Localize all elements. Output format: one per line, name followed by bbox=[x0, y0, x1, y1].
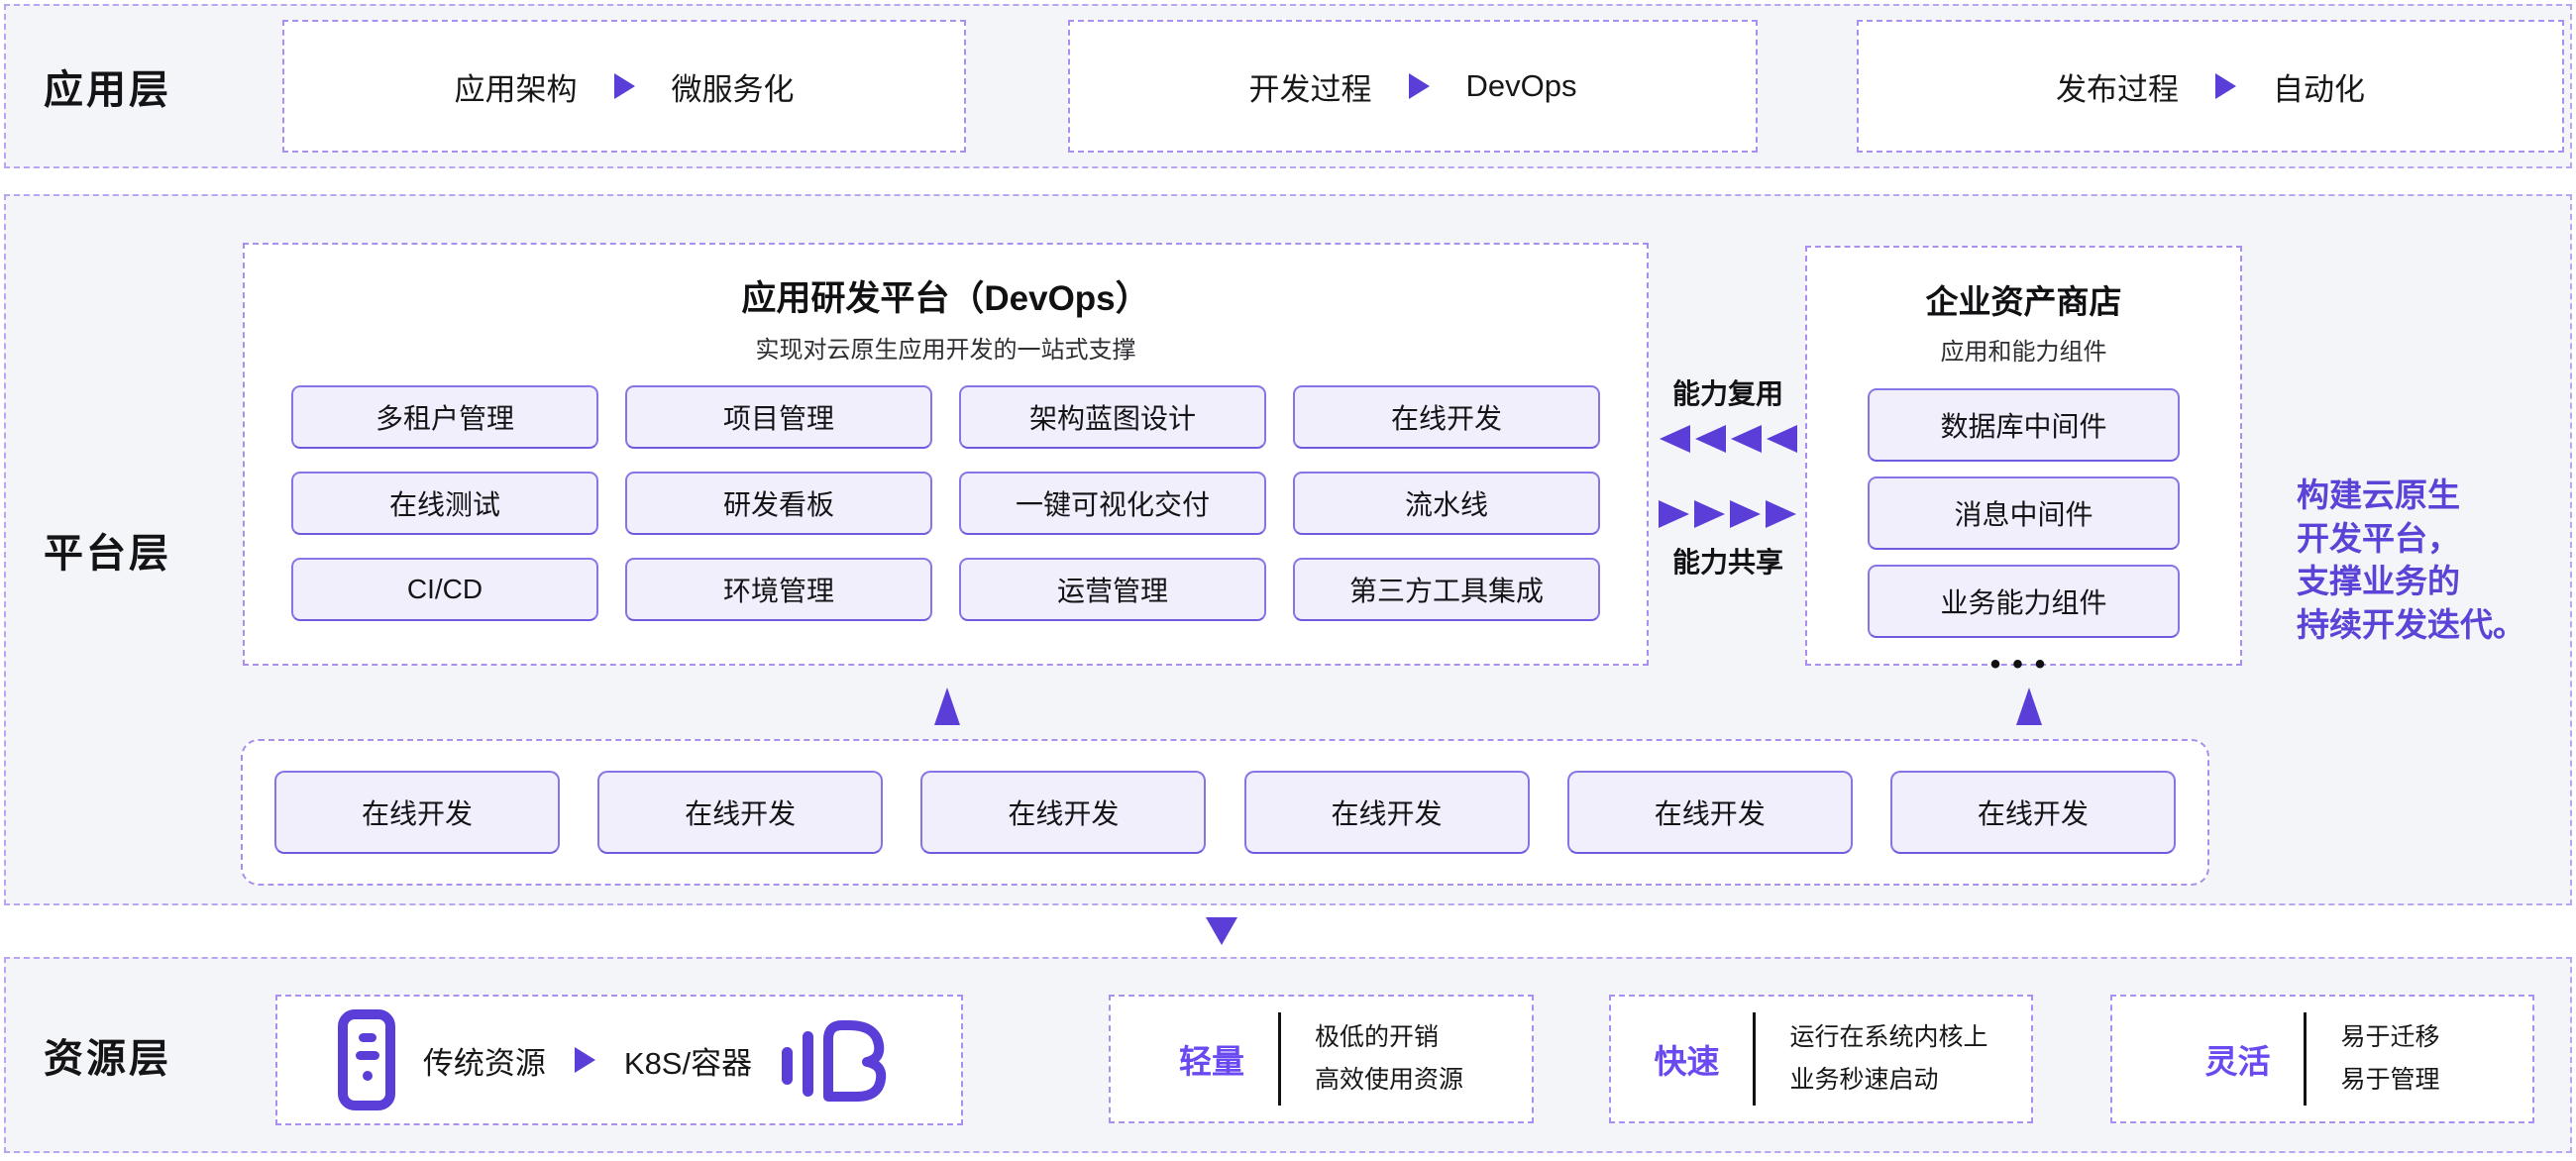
feature-line: 高效使用资源 bbox=[1315, 1059, 1463, 1102]
divider bbox=[1753, 1012, 1756, 1106]
app-item-right-text: 微服务化 bbox=[672, 64, 795, 109]
migration-right-text: K8S/容器 bbox=[624, 1038, 752, 1083]
capability-reuse-label: 能力复用 bbox=[1672, 372, 1783, 412]
up-arrow-icon bbox=[2015, 686, 2043, 726]
app-layer-label: 应用层 bbox=[44, 57, 171, 115]
feature-name: 轻量 bbox=[1179, 1035, 1244, 1083]
capability-cell: 环境管理 bbox=[625, 558, 932, 621]
pipeline-cell: 在线开发 bbox=[1244, 771, 1530, 854]
arrow-right-icon bbox=[613, 72, 636, 100]
arrow-right-icon bbox=[574, 1046, 596, 1074]
app-item-left-text: 应用架构 bbox=[455, 64, 578, 109]
feature-lightweight-box: 轻量 极低的开销 高效使用资源 bbox=[1109, 995, 1534, 1123]
arrow-right-icon bbox=[2214, 72, 2237, 100]
capability-cell: 流水线 bbox=[1293, 472, 1600, 535]
down-arrow-icon bbox=[1205, 916, 1238, 946]
app-architecture-box: 应用架构 微服务化 bbox=[282, 20, 966, 153]
divider bbox=[2304, 1012, 2307, 1106]
capability-cell: 多租户管理 bbox=[291, 385, 598, 449]
capability-cell: 在线开发 bbox=[1293, 385, 1600, 449]
feature-line: 易于管理 bbox=[2340, 1059, 2439, 1102]
feature-name: 快速 bbox=[1654, 1035, 1719, 1083]
platform-layer-section: 平台层 应用研发平台（DevOps） 实现对云原生应用开发的一站式支撑 多租户管… bbox=[4, 194, 2572, 905]
resource-migration-box: 传统资源 K8S/容器 bbox=[275, 995, 963, 1125]
more-dots: ••• bbox=[1990, 648, 2058, 682]
devops-panel-title: 应用研发平台（DevOps） bbox=[741, 270, 1149, 321]
feature-line: 业务秒速启动 bbox=[1789, 1059, 1987, 1102]
divider bbox=[1278, 1012, 1281, 1106]
feature-line: 极低的开销 bbox=[1315, 1016, 1463, 1059]
app-layer-section: 应用层 应用架构 微服务化 开发过程 DevOps 发布过程 自动化 bbox=[4, 4, 2572, 168]
asset-store-subtitle: 应用和能力组件 bbox=[1941, 332, 2107, 367]
app-item-right-text: DevOps bbox=[1466, 68, 1577, 104]
asset-cell: 消息中间件 bbox=[1868, 476, 2180, 550]
app-item-left-text: 发布过程 bbox=[2056, 64, 2179, 109]
pipeline-cell: 在线开发 bbox=[1890, 771, 2176, 854]
asset-cell: 数据库中间件 bbox=[1868, 388, 2180, 462]
capability-share-label: 能力共享 bbox=[1672, 541, 1783, 580]
feature-line: 运行在系统内核上 bbox=[1789, 1016, 1987, 1059]
dev-process-box: 开发过程 DevOps bbox=[1068, 20, 1758, 153]
cloud-icon bbox=[780, 1015, 901, 1105]
tagline-line: 构建云原生 bbox=[2297, 474, 2525, 517]
resource-layer-section: 资源层 传统资源 K8S/容器 轻量 极低的开销 高效使用资源 快速 运行在系统 bbox=[4, 957, 2572, 1153]
platform-tagline: 构建云原生 开发平台， 支撑业务的 持续开发迭代。 bbox=[2297, 474, 2525, 646]
feature-description: 运行在系统内核上 业务秒速启动 bbox=[1789, 1016, 1987, 1102]
capability-cell: 运营管理 bbox=[959, 558, 1266, 621]
server-icon bbox=[338, 1009, 395, 1110]
migration-left-text: 传统资源 bbox=[423, 1038, 546, 1083]
feature-fast-box: 快速 运行在系统内核上 业务秒速启动 bbox=[1609, 995, 2033, 1123]
pipeline-cell: 在线开发 bbox=[274, 771, 560, 854]
app-item-left-text: 开发过程 bbox=[1249, 64, 1372, 109]
devops-panel-subtitle: 实现对云原生应用开发的一站式支撑 bbox=[756, 330, 1136, 365]
capability-cell: 研发看板 bbox=[625, 472, 932, 535]
release-process-box: 发布过程 自动化 bbox=[1857, 20, 2564, 153]
feature-description: 极低的开销 高效使用资源 bbox=[1315, 1016, 1463, 1102]
up-arrow-icon bbox=[933, 686, 961, 726]
pipeline-cell: 在线开发 bbox=[597, 771, 883, 854]
devops-platform-panel: 应用研发平台（DevOps） 实现对云原生应用开发的一站式支撑 多租户管理 项目… bbox=[243, 243, 1649, 666]
asset-store-panel: 企业资产商店 应用和能力组件 数据库中间件 消息中间件 业务能力组件 ••• bbox=[1805, 246, 2242, 666]
pipeline-row: 在线开发 在线开发 在线开发 在线开发 在线开发 在线开发 bbox=[241, 739, 2209, 886]
asset-store-list: 数据库中间件 消息中间件 业务能力组件 bbox=[1868, 388, 2180, 638]
tagline-line: 持续开发迭代。 bbox=[2297, 603, 2525, 647]
platform-layer-label: 平台层 bbox=[44, 521, 171, 579]
pipeline-cell: 在线开发 bbox=[920, 771, 1206, 854]
feature-flexible-box: 灵活 易于迁移 易于管理 bbox=[2110, 995, 2534, 1123]
feature-description: 易于迁移 易于管理 bbox=[2340, 1016, 2439, 1102]
capability-cell: 项目管理 bbox=[625, 385, 932, 449]
app-item-right-text: 自动化 bbox=[2273, 64, 2365, 109]
capability-reuse-arrows-icon bbox=[1658, 424, 1798, 454]
capability-cell: CI/CD bbox=[291, 558, 598, 621]
capability-bridge: 能力复用 能力共享 bbox=[1647, 372, 1809, 580]
resource-layer-label: 资源层 bbox=[44, 1026, 171, 1084]
tagline-line: 支撑业务的 bbox=[2297, 560, 2525, 603]
capability-cell: 第三方工具集成 bbox=[1293, 558, 1600, 621]
capability-cell: 在线测试 bbox=[291, 472, 598, 535]
asset-store-title: 企业资产商店 bbox=[1926, 275, 2122, 323]
tagline-line: 开发平台， bbox=[2297, 517, 2525, 561]
feature-line: 易于迁移 bbox=[2340, 1016, 2439, 1059]
pipeline-cell: 在线开发 bbox=[1567, 771, 1853, 854]
devops-capability-grid: 多租户管理 项目管理 架构蓝图设计 在线开发 在线测试 研发看板 一键可视化交付… bbox=[291, 385, 1600, 621]
feature-name: 灵活 bbox=[2204, 1035, 2270, 1083]
capability-share-arrows-icon bbox=[1658, 499, 1798, 529]
asset-cell: 业务能力组件 bbox=[1868, 565, 2180, 638]
capability-cell: 架构蓝图设计 bbox=[959, 385, 1266, 449]
arrow-right-icon bbox=[1408, 72, 1431, 100]
capability-cell: 一键可视化交付 bbox=[959, 472, 1266, 535]
